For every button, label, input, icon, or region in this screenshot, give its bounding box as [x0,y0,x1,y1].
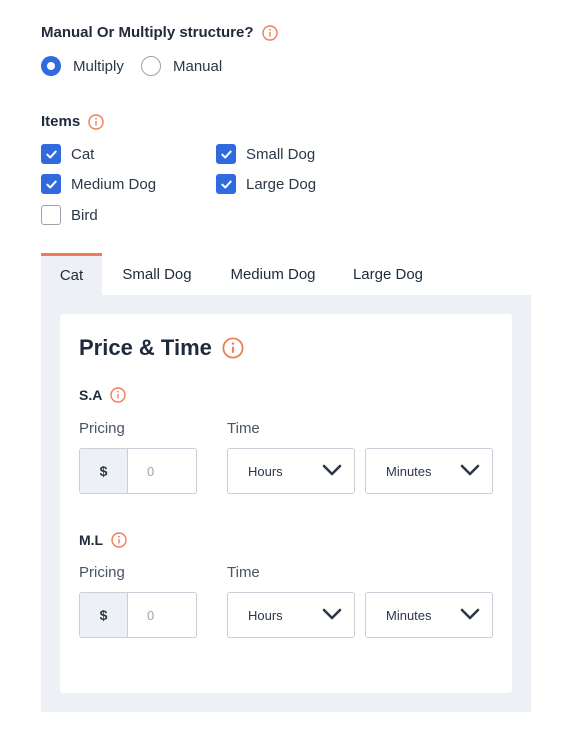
checkbox-item-bird[interactable]: Bird [41,205,98,225]
radio-option-manual[interactable]: Manual [141,56,222,76]
pricing-label: Pricing [79,420,125,437]
checkbox-checked[interactable] [216,144,236,164]
tab-label: Large Dog [352,265,424,283]
group-label-sa: S.A [79,387,127,403]
checkbox-label: Bird [71,206,98,224]
checkbox-checked[interactable] [216,174,236,194]
info-icon[interactable] [222,337,244,359]
tab-small-dog[interactable]: Small Dog [111,253,203,295]
hours-select[interactable]: Hours [227,448,355,494]
pricing-label: Pricing [79,564,125,581]
currency-prefix: $ [80,449,128,493]
info-icon[interactable] [88,113,104,130]
checkbox-item-large-dog[interactable]: Large Dog [216,174,316,194]
checkbox-unchecked[interactable] [41,205,61,225]
checkbox-checked[interactable] [41,144,61,164]
items-label-text: Items [41,113,81,130]
time-label: Time [227,420,260,437]
chevron-down-icon [460,464,480,479]
structure-label-text: Manual Or Multiply structure? [41,24,254,41]
radio-option-multiply[interactable]: Multiply [41,56,124,76]
price-value[interactable]: 0 [128,593,196,637]
checkbox-item-cat[interactable]: Cat [41,144,94,164]
price-input[interactable]: $ 0 [79,592,197,638]
info-icon[interactable] [261,24,278,41]
price-time-card: Price & Time S.A Pricing Time $ 0 Hours … [60,314,512,693]
chevron-down-icon [322,608,342,623]
radio-button[interactable] [141,56,161,76]
group-label-ml: M.L [79,532,127,548]
items-label: Items [41,113,104,130]
minutes-select-value: Minutes [386,463,432,479]
structure-label: Manual Or Multiply structure? [41,24,278,41]
currency-prefix: $ [80,593,128,637]
tab-cat[interactable]: Cat [41,253,102,295]
radio-button-checked[interactable] [41,56,61,76]
chevron-down-icon [460,608,480,623]
radio-label: Multiply [73,57,124,75]
minutes-select[interactable]: Minutes [365,448,493,494]
checkbox-item-small-dog[interactable]: Small Dog [216,144,315,164]
checkbox-label: Cat [71,145,95,163]
tab-large-dog[interactable]: Large Dog [343,253,433,295]
group-label-text: M.L [79,532,104,548]
info-icon[interactable] [111,532,127,548]
chevron-down-icon [322,464,342,479]
price-value[interactable]: 0 [128,449,196,493]
minutes-select[interactable]: Minutes [365,592,493,638]
checkbox-label: Medium Dog [71,175,157,193]
tab-medium-dog[interactable]: Medium Dog [218,253,328,295]
checkbox-checked[interactable] [41,174,61,194]
minutes-select-value: Minutes [386,607,432,623]
tab-panel: Price & Time S.A Pricing Time $ 0 Hours … [41,295,531,712]
checkbox-item-medium-dog[interactable]: Medium Dog [41,174,156,194]
radio-label: Manual [173,57,223,75]
checkbox-label: Large Dog [246,175,317,193]
price-input[interactable]: $ 0 [79,448,197,494]
tab-label: Cat [59,267,84,284]
group-label-text: S.A [79,387,103,403]
tab-label: Small Dog [122,265,192,283]
time-label: Time [227,564,260,581]
hours-select[interactable]: Hours [227,592,355,638]
checkbox-label: Small Dog [246,145,316,163]
hours-select-value: Hours [248,463,283,479]
card-title-text: Price & Time [79,335,212,360]
item-tabs: Cat Small Dog Medium Dog Large Dog [41,253,531,295]
tab-label: Medium Dog [230,265,316,283]
hours-select-value: Hours [248,607,283,623]
info-icon[interactable] [110,387,127,403]
card-title: Price & Time [79,335,244,361]
